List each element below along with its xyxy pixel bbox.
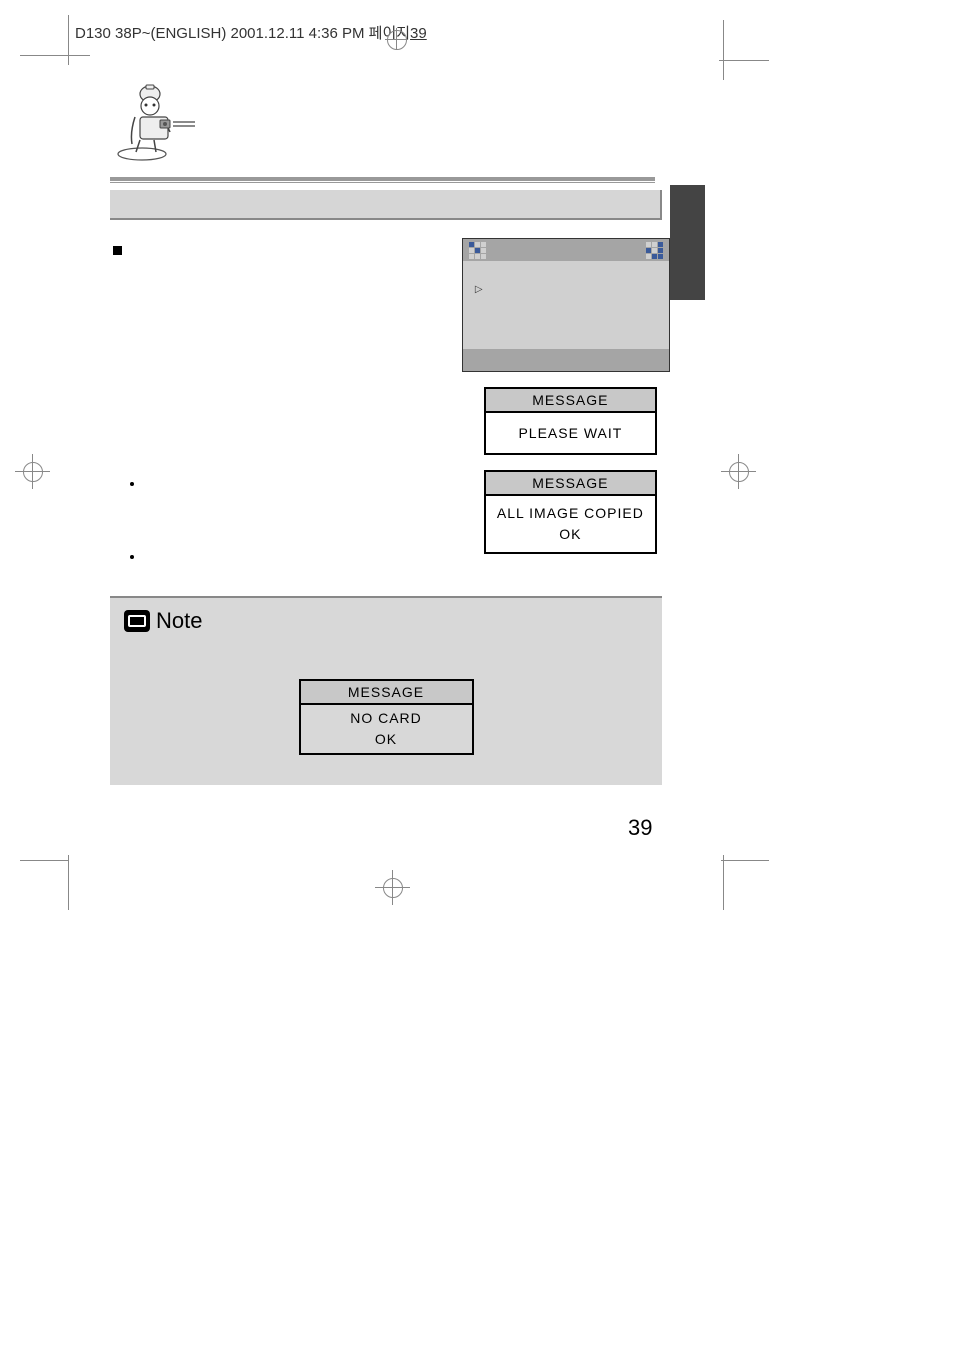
note-label: Note xyxy=(156,608,202,634)
menu-arrow-icon: ▷ xyxy=(475,284,483,295)
message-box-header: MESSAGE xyxy=(301,681,472,705)
crop-mark xyxy=(68,855,69,910)
page-content: ▷ MESSAGE PLEASE WAIT MESSAGE ALL IMAGE … xyxy=(110,82,670,785)
registration-mark-icon xyxy=(385,28,407,50)
message-box-body: PLEASE WAIT xyxy=(486,413,655,453)
message-box-body: NO CARD OK xyxy=(301,705,472,753)
crop-mark xyxy=(723,855,724,910)
registration-mark-icon xyxy=(721,454,756,489)
camera-menu-screen: ▷ xyxy=(462,238,670,372)
registration-mark-icon xyxy=(375,870,410,905)
menu-header-bar xyxy=(463,239,669,261)
left-column xyxy=(110,238,457,566)
note-section: Note MESSAGE NO CARD OK xyxy=(110,596,662,785)
page-number: 39 xyxy=(628,815,652,841)
note-icon xyxy=(124,610,150,632)
section-header-bar xyxy=(110,190,662,220)
note-heading-row: Note xyxy=(124,608,648,634)
crop-mark xyxy=(723,20,724,80)
nocard-line1: NO CARD xyxy=(303,708,470,729)
message-box-body: ALL IMAGE COPIED OK xyxy=(486,496,655,552)
bullet-dot-icon xyxy=(130,555,134,559)
side-tab xyxy=(670,185,705,300)
header-file-info: D130 38P~(ENGLISH) 2001.12.11 4:36 PM 페이… xyxy=(75,22,427,43)
screen-preview-column: ▷ MESSAGE PLEASE WAIT MESSAGE ALL IMAGE … xyxy=(462,238,670,566)
menu-body: ▷ xyxy=(463,261,669,349)
crop-mark xyxy=(721,860,769,861)
crop-mark xyxy=(68,15,69,65)
message-box-nocard: MESSAGE NO CARD OK xyxy=(299,679,474,755)
main-content-row: ▷ MESSAGE PLEASE WAIT MESSAGE ALL IMAGE … xyxy=(110,238,670,566)
crop-mark xyxy=(20,55,90,56)
message-box-header: MESSAGE xyxy=(486,389,655,413)
copied-line1: ALL IMAGE COPIED xyxy=(488,503,653,524)
crop-mark xyxy=(719,60,769,61)
menu-grid-icon-left xyxy=(469,242,486,259)
message-box-header: MESSAGE xyxy=(486,472,655,496)
file-info-text: D130 38P~(ENGLISH) 2001.12.11 4:36 PM 페이… xyxy=(75,25,410,42)
crop-mark xyxy=(20,860,68,861)
menu-footer-bar xyxy=(463,349,669,371)
message-box-wait: MESSAGE PLEASE WAIT xyxy=(484,387,657,455)
divider xyxy=(110,177,655,183)
copied-line2: OK xyxy=(488,524,653,545)
nocard-line2: OK xyxy=(303,729,470,750)
page-ref: 39 xyxy=(410,25,427,42)
menu-grid-icon-right xyxy=(646,242,663,259)
mascot-illustration xyxy=(110,82,195,157)
registration-mark-icon xyxy=(15,454,50,489)
bullet-square-icon xyxy=(113,246,122,255)
bullet-dot-icon xyxy=(130,482,134,486)
message-box-copied: MESSAGE ALL IMAGE COPIED OK xyxy=(484,470,657,554)
